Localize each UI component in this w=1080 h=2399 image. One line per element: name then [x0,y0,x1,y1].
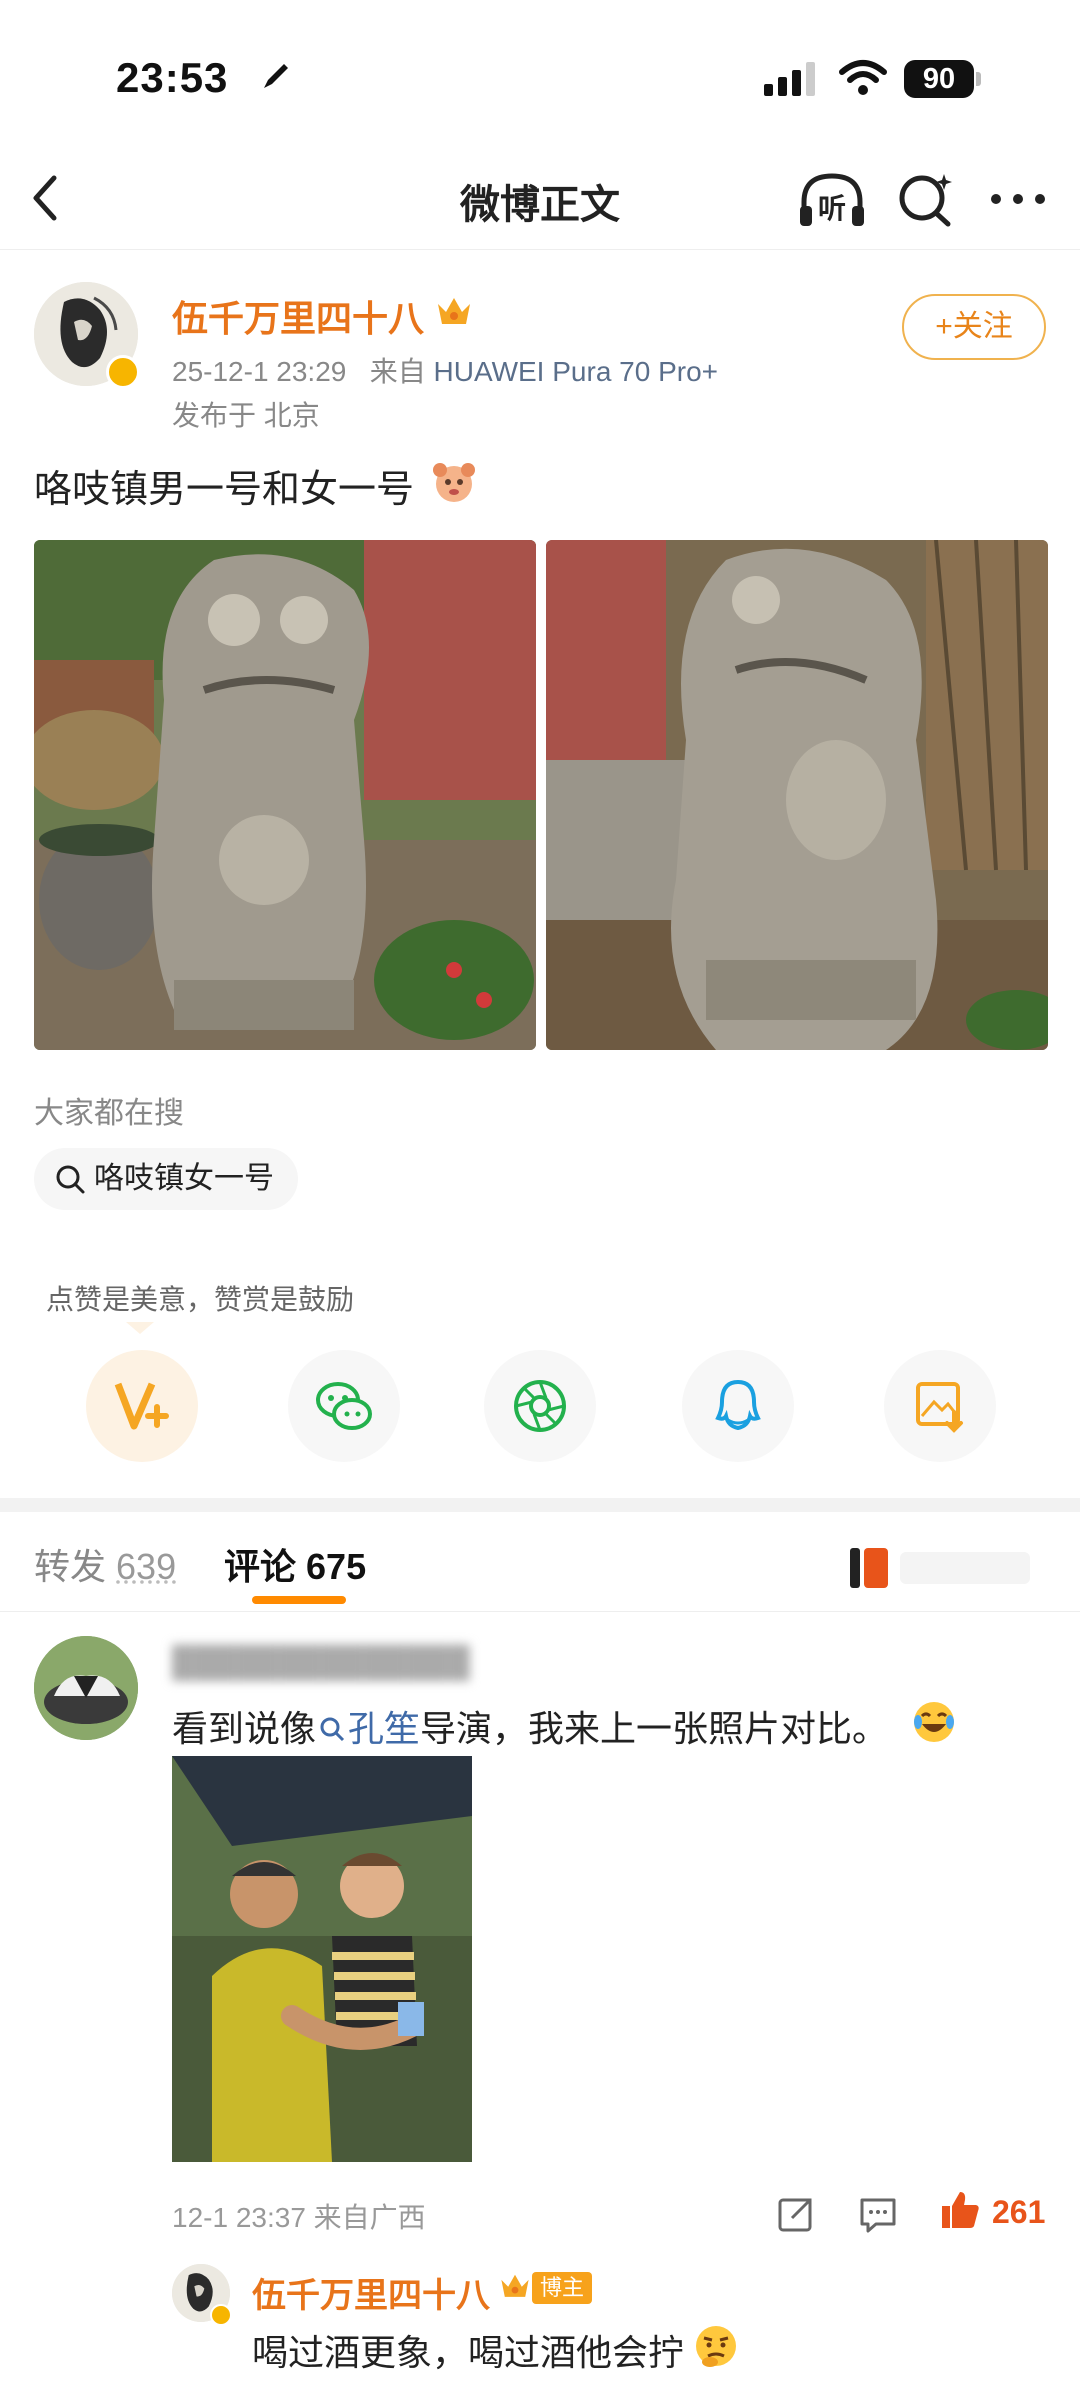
search-icon [56,1165,85,1194]
follow-button[interactable]: +关注 [902,294,1046,360]
signal-icon [764,62,815,96]
status-bar: 23:53 90 [0,0,1080,150]
crown-vip-icon [438,298,470,324]
comment-text-before: 看到说像 [172,1708,317,1749]
comment-text-after: 导演，我来上一张照片对比。 [420,1708,889,1749]
crown-vip-icon [501,2274,529,2297]
tab-active-indicator [252,1596,346,1604]
author-tag-badge: 博主 [532,2272,593,2304]
shy-face-emoji-icon [433,463,475,502]
post-location: 发布于 北京 [172,400,320,431]
post-photo-2[interactable] [546,540,1048,1050]
listen-headphones-icon[interactable]: 听 [796,168,868,232]
trending-chip-label: 咯吱镇女一号 [94,1162,274,1195]
commenter-username-blurred[interactable]: ██████████████ [172,1646,470,1680]
comment-meta: 12-1 23:37 来自广西 [172,2202,426,2233]
share-moments-button[interactable] [484,1350,596,1462]
sort-toggle-icon[interactable] [850,1546,1040,1590]
post-device: HUAWEI Pura 70 Pro+ [433,356,719,387]
reward-hint: 点赞是美意，赞赏是鼓励 [46,1284,355,1315]
topic-search-icon [320,1717,345,1742]
comment-topic-link[interactable]: 孔笙 [348,1708,420,1749]
tab-comment-count: 675 [306,1546,367,1587]
verified-badge-icon [106,355,140,389]
thinking-face-emoji-icon [696,2326,736,2367]
section-divider [0,1498,1080,1512]
clock: 23:53 [116,54,229,101]
forward-icon[interactable] [776,2194,816,2234]
save-image-button[interactable] [884,1350,996,1462]
thumbs-up-icon[interactable] [938,2188,982,2232]
reply-comment-icon[interactable] [858,2194,898,2234]
image-download-icon [916,1382,963,1433]
commenter-avatar[interactable] [34,1636,138,1740]
tab-repost[interactable]: 转发 639 [34,1538,176,1590]
search-icon[interactable] [894,168,958,232]
nav-bar: 微博正文 听 [0,150,1080,250]
battery-tip [976,72,981,86]
battery-indicator: 90 [904,60,974,98]
post-photo-1[interactable] [34,540,536,1050]
qq-penguin-icon [715,1379,761,1431]
comment-photo[interactable] [172,1756,472,2162]
share-wechat-button[interactable] [288,1350,400,1462]
tab-repost-count: 639 [116,1546,177,1587]
reward-v-plus-icon [114,1382,169,1430]
post-source-prefix: 来自 [369,356,426,387]
reply-verified-badge-icon [210,2304,232,2326]
share-qq-button[interactable] [682,1350,794,1462]
reward-button[interactable] [86,1350,198,1462]
wechat-icon [316,1382,372,1430]
wifi-icon [839,60,887,95]
post-text: 咯吱镇男一号和女一号 [34,469,415,511]
listen-label: 听 [818,192,846,225]
tab-comment[interactable]: 评论 675 [224,1538,366,1590]
moments-aperture-icon [514,1380,566,1432]
comment-like-count: 261 [992,2194,1046,2230]
more-options-icon[interactable] [988,184,1048,214]
trending-search-chip[interactable]: 咯吱镇女一号 [34,1148,298,1210]
author-name[interactable]: 伍千万里四十八 [172,290,424,342]
trending-label: 大家都在搜 [34,1097,184,1130]
comment-text: 看到说像 孔笙导演，我来上一张照片对比。 [172,1700,888,1752]
pen-icon [264,64,288,88]
tab-repost-label: 转发 [34,1546,107,1587]
post-tabs: 转发 639 评论 675 [0,1512,1080,1612]
post-time: 25-12-1 23:29 [172,356,347,387]
reward-hint-pointer [126,1322,154,1334]
laugh-cry-emoji-icon [914,1702,954,1742]
reply-author-name[interactable]: 伍千万里四十八 [252,2268,490,2317]
tab-comment-label: 评论 [224,1546,297,1587]
post-meta: 25-12-1 23:29 来自 HUAWEI Pura 70 Pro+ [172,350,718,390]
reply-text: 喝过酒更象，喝过酒他会拧 [252,2332,685,2373]
